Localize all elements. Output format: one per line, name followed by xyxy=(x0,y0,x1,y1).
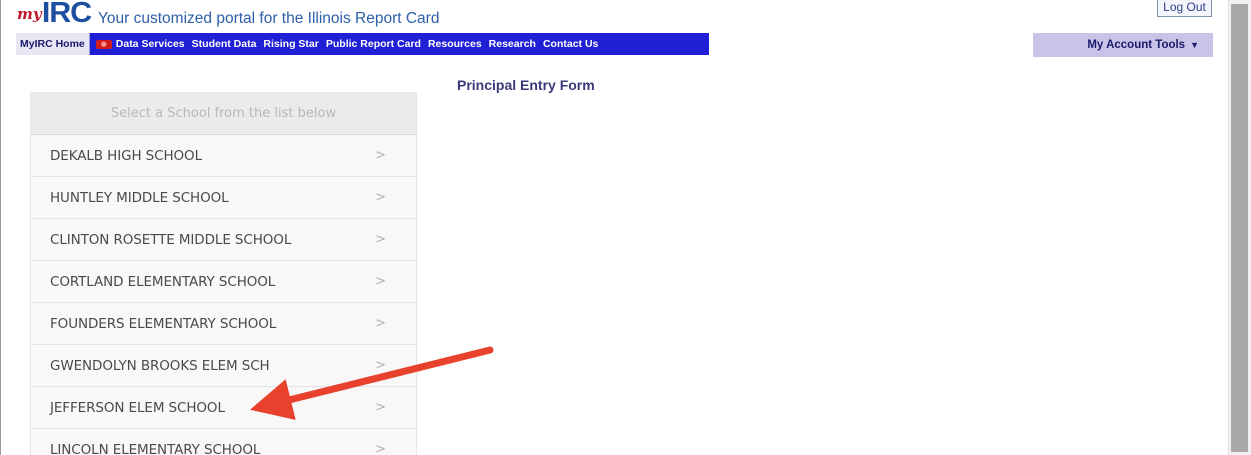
nav-myirc-home[interactable]: MyIRC Home xyxy=(16,33,90,55)
chevron-right-icon: > xyxy=(375,232,386,247)
chevron-right-icon: > xyxy=(375,316,386,331)
dsi-badge-icon: ● xyxy=(95,39,112,49)
account-tools-label: My Account Tools xyxy=(1087,39,1186,51)
nav-resources[interactable]: Resources xyxy=(428,38,489,50)
chevron-right-icon: > xyxy=(375,442,386,455)
school-name: FOUNDERS ELEMENTARY SCHOOL xyxy=(50,315,277,332)
school-row-cortland-elementary[interactable]: CORTLAND ELEMENTARY SCHOOL > xyxy=(31,261,416,303)
chevron-right-icon: > xyxy=(375,358,386,373)
school-name: JEFFERSON ELEM SCHOOL xyxy=(50,399,225,416)
school-name: LINCOLN ELEMENTARY SCHOOL xyxy=(50,441,261,455)
caret-down-icon: ▼ xyxy=(1190,40,1199,50)
school-row-jefferson-elem[interactable]: JEFFERSON ELEM SCHOOL > xyxy=(31,387,416,429)
logout-button[interactable]: Log Out xyxy=(1157,0,1212,17)
chevron-right-icon: > xyxy=(375,148,386,163)
chevron-right-icon: > xyxy=(375,400,386,415)
school-list: Select a School from the list below DEKA… xyxy=(30,92,417,455)
vertical-scrollbar[interactable] xyxy=(1228,0,1251,455)
logo-main: IRC xyxy=(41,0,91,29)
myirc-logo[interactable]: my IRC xyxy=(17,0,92,28)
browser-frame: my IRC Your customized portal for the Il… xyxy=(0,0,1251,455)
school-name: CORTLAND ELEMENTARY SCHOOL xyxy=(50,273,276,290)
school-row-gwendolyn-brooks[interactable]: GWENDOLYN BROOKS ELEM SCH > xyxy=(31,345,416,387)
my-account-tools-dropdown[interactable]: My Account Tools ▼ xyxy=(1033,33,1213,57)
school-list-header: Select a School from the list below xyxy=(31,92,416,135)
school-name: HUNTLEY MIDDLE SCHOOL xyxy=(50,189,229,206)
main-nav: MyIRC Home ● Data Services Student Data … xyxy=(16,33,709,55)
school-row-lincoln-elementary[interactable]: LINCOLN ELEMENTARY SCHOOL > xyxy=(31,429,416,455)
school-row-clinton-rosette[interactable]: CLINTON ROSETTE MIDDLE SCHOOL > xyxy=(31,219,416,261)
school-name: DEKALB HIGH SCHOOL xyxy=(50,147,203,164)
page-title: Principal Entry Form xyxy=(457,77,595,93)
school-name: CLINTON ROSETTE MIDDLE SCHOOL xyxy=(50,231,292,248)
chevron-right-icon: > xyxy=(375,274,386,289)
nav-student-data[interactable]: Student Data xyxy=(192,38,264,50)
site-tagline: Your customized portal for the Illinois … xyxy=(98,10,440,27)
nav-contact-us[interactable]: Contact Us xyxy=(543,38,605,50)
nav-data-services[interactable]: Data Services xyxy=(116,38,192,50)
school-row-founders-elementary[interactable]: FOUNDERS ELEMENTARY SCHOOL > xyxy=(31,303,416,345)
logo-prefix: my xyxy=(17,5,42,23)
chevron-right-icon: > xyxy=(375,190,386,205)
nav-rising-star[interactable]: Rising Star xyxy=(263,38,325,50)
school-name: GWENDOLYN BROOKS ELEM SCH xyxy=(50,357,270,374)
nav-research[interactable]: Research xyxy=(489,38,543,50)
school-row-huntley-middle[interactable]: HUNTLEY MIDDLE SCHOOL > xyxy=(31,177,416,219)
scrollbar-thumb[interactable] xyxy=(1231,4,1248,452)
nav-public-report-card[interactable]: Public Report Card xyxy=(326,38,428,50)
school-row-dekalb-high[interactable]: DEKALB HIGH SCHOOL > xyxy=(31,135,416,177)
